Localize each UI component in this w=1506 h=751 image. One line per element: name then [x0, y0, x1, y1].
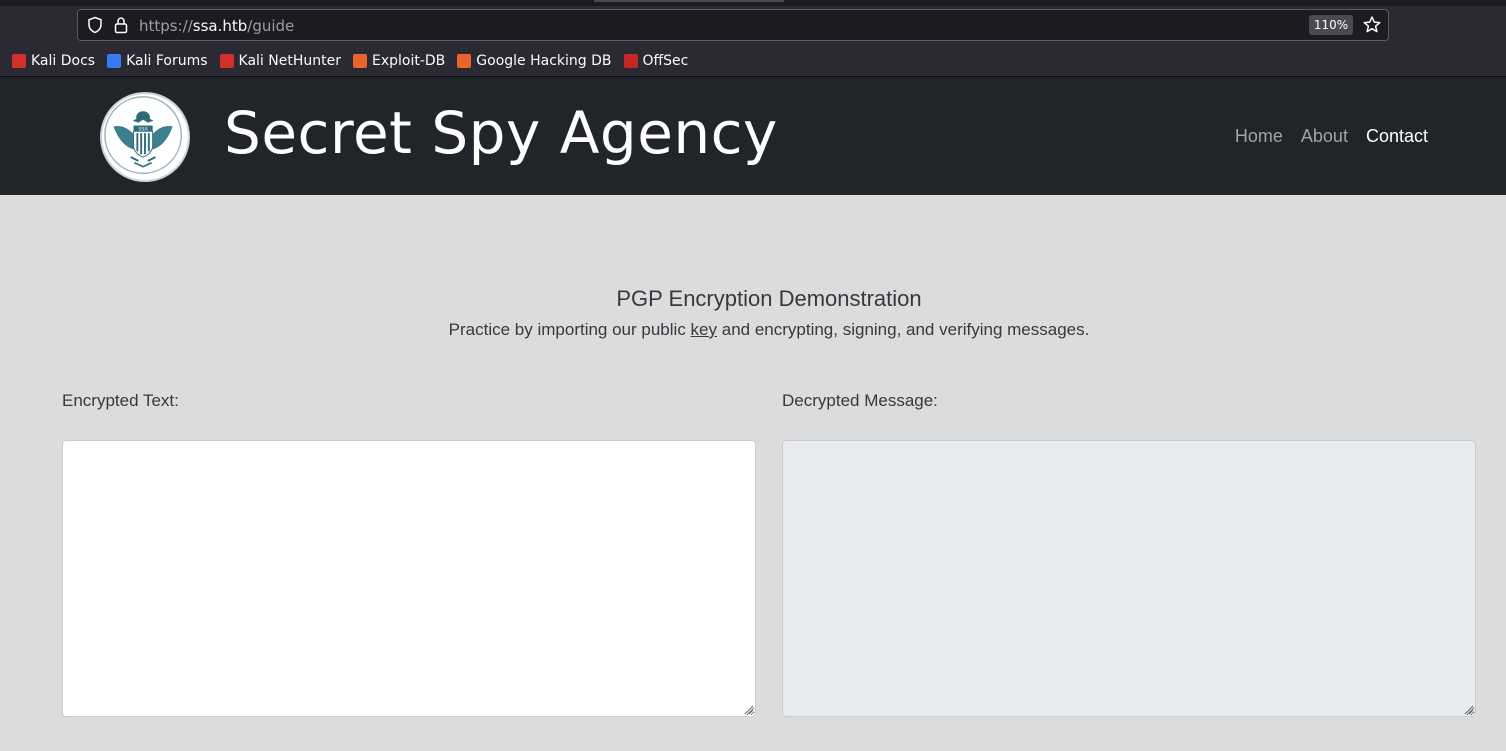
site-title[interactable]: Secret Spy Agency	[224, 99, 778, 167]
active-tab-edge[interactable]	[594, 0, 784, 2]
bookmark-label: Kali Forums	[126, 53, 208, 69]
page-heading: PGP Encryption Demonstration	[616, 286, 922, 311]
description-text-end: and encrypting, signing, and verifying m…	[717, 320, 1090, 339]
zoom-level-badge[interactable]: 110%	[1309, 15, 1353, 35]
bookmark-label: Kali NetHunter	[238, 53, 341, 69]
address-bar[interactable]: https://ssa.htb/guide 110%	[77, 9, 1389, 41]
encrypted-text-textarea[interactable]	[62, 440, 756, 717]
ghdb-icon	[457, 54, 472, 68]
bookmark-item[interactable]: OffSec	[623, 53, 689, 69]
bookmark-item[interactable]: Kali Docs	[12, 53, 95, 69]
nav-link-about[interactable]: About	[1301, 126, 1348, 147]
exploit-db-icon	[352, 54, 367, 68]
bookmark-item[interactable]: Exploit-DB	[352, 53, 446, 69]
description-text: Practice by importing our public	[448, 320, 691, 339]
bookmarks-toolbar: Kali Docs Kali Forums Kali NetHunter Exploi…	[0, 46, 1506, 76]
bookmark-label: Google Hacking DB	[476, 53, 612, 69]
bookmark-item[interactable]: Kali Forums	[107, 53, 208, 69]
nav-link-contact[interactable]: Contact	[1366, 126, 1428, 147]
eagle-seal-icon: SSA	[104, 96, 183, 175]
browser-chrome: https://ssa.htb/guide 110% Kali Docs Kali…	[0, 0, 1506, 77]
decrypted-message-label: Decrypted Message:	[782, 391, 938, 410]
tracking-protection-shield-icon[interactable]	[86, 16, 104, 34]
bookmark-label: Exploit-DB	[371, 53, 446, 69]
url-text[interactable]: https://ssa.htb/guide	[139, 17, 294, 35]
resize-grip-icon[interactable]	[744, 705, 754, 715]
main-nav: Home About Contact	[1235, 126, 1428, 147]
ssa-eagle-seal-logo[interactable]: SSA	[100, 92, 190, 182]
kali-forums-icon	[107, 54, 122, 68]
decrypted-message-textarea[interactable]	[782, 440, 1476, 717]
bookmark-item[interactable]: Google Hacking DB	[457, 53, 612, 69]
encrypted-text-label: Encrypted Text:	[62, 391, 179, 410]
site-navbar: SSA Secret Spy Agency Home About Contact	[0, 77, 1506, 195]
bookmark-label: Kali Docs	[31, 53, 96, 69]
public-key-link[interactable]: key	[691, 320, 717, 339]
bookmark-label: OffSec	[642, 53, 689, 69]
nethunter-icon	[219, 54, 234, 68]
page-description: Practice by importing our public key and…	[0, 320, 1506, 340]
nav-link-home[interactable]: Home	[1235, 126, 1283, 147]
bookmark-star-icon[interactable]	[1362, 15, 1382, 35]
resize-grip-icon[interactable]	[1464, 705, 1474, 715]
offsec-icon	[623, 54, 638, 68]
bookmark-item[interactable]: Kali NetHunter	[219, 53, 341, 69]
lock-icon[interactable]	[113, 16, 129, 34]
kali-docs-icon	[12, 54, 26, 68]
